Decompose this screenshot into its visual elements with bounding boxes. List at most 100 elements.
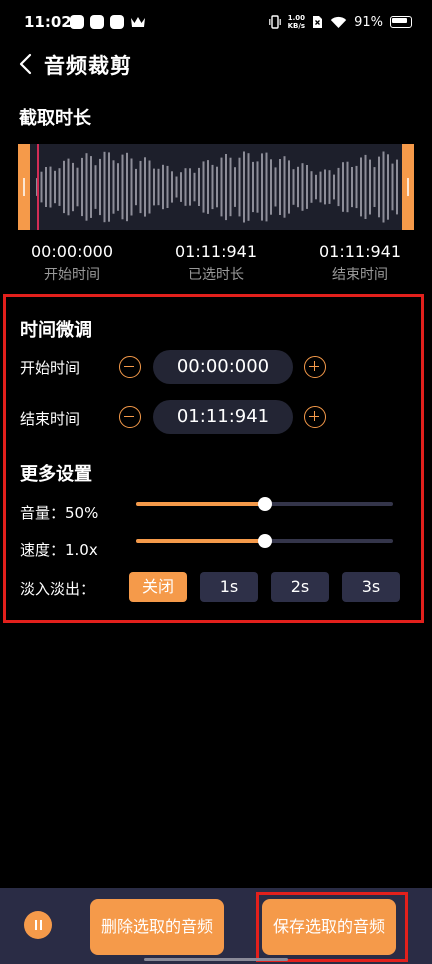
waveform-bar bbox=[189, 168, 191, 206]
battery-percent: 91% bbox=[354, 14, 383, 30]
fine-tune-end-label: 结束时间 bbox=[20, 410, 81, 428]
waveform-bar bbox=[396, 159, 398, 215]
volume-slider-thumb[interactable] bbox=[257, 497, 272, 511]
status-bar: 11:02 1.00 KB/s 91% bbox=[0, 0, 432, 44]
delete-selection-button[interactable]: 删除选取的音频 bbox=[90, 899, 224, 955]
speed-slider-thumb[interactable] bbox=[257, 534, 272, 548]
waveform-bar bbox=[261, 153, 263, 221]
waveform-bar bbox=[270, 159, 272, 215]
volume-slider[interactable] bbox=[136, 497, 393, 511]
waveform-bar bbox=[297, 166, 299, 208]
waveform-bar bbox=[162, 164, 164, 210]
waveform-bar bbox=[346, 161, 349, 213]
waveform-bar bbox=[369, 159, 371, 215]
network-speed-unit: KB/s bbox=[287, 22, 306, 30]
waveform-bar bbox=[144, 157, 146, 217]
waveform-bar bbox=[85, 153, 88, 221]
fade-option-1s[interactable]: 1s bbox=[200, 572, 258, 602]
waveform-bar bbox=[342, 162, 344, 212]
waveform-bar bbox=[130, 158, 133, 216]
waveform-bar bbox=[351, 167, 353, 208]
system-status: 1.00 KB/s 91% bbox=[268, 14, 412, 30]
waveform-bar bbox=[310, 171, 313, 203]
speed-slider-fill bbox=[136, 539, 265, 543]
end-time-field[interactable]: 01:11:941 bbox=[153, 400, 293, 434]
page-title: 音频裁剪 bbox=[44, 54, 132, 78]
waveform-bar bbox=[306, 165, 308, 209]
notification-icons bbox=[70, 15, 146, 29]
waveform-bar bbox=[76, 167, 79, 207]
waveform-bar bbox=[292, 169, 295, 205]
waveform-bar bbox=[238, 157, 241, 217]
waveform-bar bbox=[283, 156, 286, 218]
home-indicator[interactable] bbox=[144, 958, 288, 961]
page-header: 音频裁剪 bbox=[0, 46, 432, 86]
waveform-bar bbox=[58, 168, 61, 206]
selected-duration-block: 01:11:941 已选时长 bbox=[161, 242, 271, 284]
waveform-bar bbox=[247, 153, 250, 221]
speed-slider[interactable] bbox=[136, 534, 393, 548]
waveform-bar bbox=[148, 160, 151, 214]
network-speed-value: 1.00 bbox=[287, 14, 305, 22]
app-notification-icon bbox=[70, 15, 84, 29]
waveform-bar bbox=[175, 176, 178, 198]
crown-icon bbox=[131, 17, 145, 27]
waveform-bar bbox=[166, 165, 169, 208]
waveform-bar bbox=[40, 171, 43, 203]
start-time-field[interactable]: 00:00:000 bbox=[153, 350, 293, 384]
waveform-bar bbox=[378, 156, 380, 218]
pause-icon[interactable] bbox=[24, 911, 52, 939]
waveform-bar bbox=[90, 156, 92, 218]
fade-label: 淡入淡出： bbox=[20, 580, 96, 598]
waveform-bar bbox=[333, 174, 335, 200]
start-plus-button[interactable] bbox=[304, 356, 326, 378]
waveform-bar bbox=[256, 161, 259, 213]
waveform-bar bbox=[243, 151, 245, 223]
vibrate-icon bbox=[268, 15, 281, 29]
waveform-bar bbox=[54, 170, 56, 204]
waveform-bar bbox=[220, 157, 223, 217]
waveform-bar bbox=[135, 168, 137, 206]
start-minus-button[interactable] bbox=[119, 356, 141, 378]
end-plus-button[interactable] bbox=[304, 406, 326, 428]
wifi-icon bbox=[330, 16, 347, 28]
waveform-bar bbox=[153, 168, 155, 206]
start-time-label: 开始时间 bbox=[44, 267, 100, 283]
waveform-bar bbox=[117, 163, 119, 211]
waveform-bar bbox=[202, 161, 205, 213]
waveform-bar bbox=[45, 167, 47, 207]
save-button-highlight bbox=[256, 892, 408, 962]
status-time: 11:02 bbox=[24, 13, 72, 31]
waveform-bar bbox=[72, 162, 74, 212]
end-time-block: 01:11:941 结束时间 bbox=[305, 242, 415, 284]
fade-option-off[interactable]: 关闭 bbox=[129, 572, 187, 602]
waveform-bar bbox=[67, 158, 70, 216]
waveform-bar bbox=[355, 165, 358, 209]
waveform-bar bbox=[184, 168, 187, 206]
fade-option-3s[interactable]: 3s bbox=[342, 572, 400, 602]
trim-section-title: 截取时长 bbox=[19, 108, 91, 129]
end-minus-button[interactable] bbox=[119, 406, 141, 428]
waveform-bar bbox=[94, 165, 97, 209]
waveform-bar bbox=[279, 159, 281, 215]
waveform-bar bbox=[364, 154, 367, 219]
end-time-label: 结束时间 bbox=[332, 267, 388, 283]
waveform-bar bbox=[229, 157, 232, 217]
waveform-bar bbox=[211, 164, 214, 210]
fade-option-2s[interactable]: 2s bbox=[271, 572, 329, 602]
waveform-bar bbox=[207, 160, 209, 214]
waveform-bar bbox=[112, 160, 115, 214]
start-time-block: 00:00:000 开始时间 bbox=[17, 242, 127, 284]
sync-notification-icon bbox=[90, 15, 104, 29]
volume-slider-fill bbox=[136, 502, 265, 506]
waveform-bar bbox=[121, 154, 124, 220]
waveform-bar bbox=[225, 154, 227, 221]
waveform-bar bbox=[337, 167, 340, 207]
waveform-bar bbox=[328, 170, 331, 204]
speed-label: 速度：1.0x bbox=[20, 541, 98, 559]
back-arrow-icon[interactable] bbox=[16, 51, 38, 77]
start-time-value: 00:00:000 bbox=[30, 242, 114, 261]
waveform-bar bbox=[99, 158, 101, 216]
waveform-bar bbox=[319, 171, 322, 203]
waveform-selector[interactable] bbox=[18, 144, 414, 230]
